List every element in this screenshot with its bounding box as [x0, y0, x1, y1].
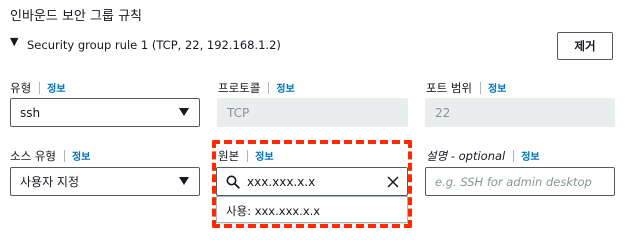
protocol-field: TCP — [217, 98, 408, 127]
description-label: 설명 - optional 정보 — [426, 148, 540, 164]
info-link[interactable]: 정보 — [72, 152, 90, 163]
info-link[interactable]: 정보 — [255, 152, 273, 163]
clear-icon[interactable] — [387, 176, 399, 188]
port-value: 22 — [435, 105, 451, 120]
divider — [63, 150, 65, 162]
info-link[interactable]: 정보 — [276, 84, 294, 95]
port-range-label: 포트 범위 정보 — [426, 80, 506, 96]
type-select[interactable]: ssh — [10, 98, 200, 127]
divider — [268, 82, 270, 94]
divider — [39, 82, 41, 94]
type-label: 유형 정보 — [10, 80, 66, 96]
section-title: 인바운드 보안 그룹 규칙 — [10, 9, 142, 24]
divider — [247, 150, 249, 162]
source-type-label-text: 소스 유형 — [10, 149, 56, 163]
search-icon — [226, 175, 240, 189]
info-link[interactable]: 정보 — [521, 152, 539, 163]
source-search-input[interactable]: xxx.xxx.x.x — [216, 167, 408, 196]
info-link[interactable]: 정보 — [488, 84, 506, 95]
info-link[interactable]: 정보 — [47, 84, 65, 95]
source-type-value: 사용자 지정 — [20, 175, 80, 189]
port-range-field: 22 — [425, 98, 615, 127]
caret-down-icon — [179, 108, 189, 116]
source-suggestion-option[interactable]: 사용: xxx.xxx.x.x — [216, 196, 408, 223]
type-label-text: 유형 — [10, 81, 32, 95]
source-type-label: 소스 유형 정보 — [10, 148, 90, 164]
protocol-value: TCP — [227, 105, 250, 120]
remove-button[interactable]: 제거 — [557, 32, 613, 60]
description-label-text: 설명 - optional — [426, 149, 506, 163]
type-select-value: ssh — [20, 105, 41, 120]
port-label-text: 포트 범위 — [426, 81, 472, 95]
description-input[interactable]: e.g. SSH for admin desktop — [425, 167, 615, 196]
divider — [513, 150, 515, 162]
source-type-select[interactable]: 사용자 지정 — [10, 167, 200, 196]
divider — [479, 82, 481, 94]
protocol-label-text: 프로토콜 — [218, 81, 261, 95]
source-input-value[interactable]: xxx.xxx.x.x — [247, 175, 315, 189]
collapse-triangle-icon[interactable]: ▼ — [10, 35, 18, 48]
protocol-label: 프로토콜 정보 — [218, 80, 295, 96]
source-label-text: 원본 — [218, 149, 240, 163]
caret-down-icon — [179, 177, 189, 185]
rule-title[interactable]: Security group rule 1 (TCP, 22, 192.168.… — [27, 38, 281, 52]
source-label: 원본 정보 — [218, 148, 274, 164]
